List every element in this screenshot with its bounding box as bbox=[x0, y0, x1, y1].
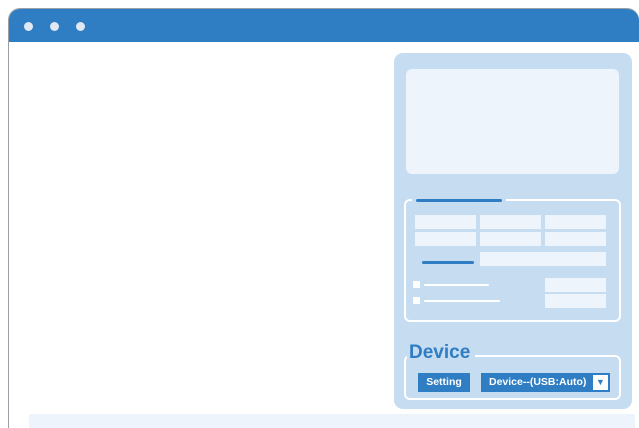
device-select[interactable]: Device--(USB:Auto) ▼ bbox=[481, 373, 610, 392]
side-panel: Device Setting Device--(USB:Auto) ▼ bbox=[394, 53, 632, 409]
chevron-down-icon[interactable]: ▼ bbox=[593, 375, 608, 390]
device-group-title: Device bbox=[407, 343, 476, 363]
settings-group bbox=[404, 198, 621, 322]
window-dot-icon[interactable] bbox=[76, 22, 85, 31]
title-bar bbox=[9, 9, 639, 42]
option-cell[interactable] bbox=[545, 232, 606, 246]
setting-button[interactable]: Setting bbox=[418, 373, 470, 392]
option-cell[interactable] bbox=[480, 215, 541, 229]
checkbox[interactable] bbox=[413, 281, 420, 288]
checkbox[interactable] bbox=[413, 297, 420, 304]
option-cell[interactable] bbox=[480, 232, 541, 246]
value-field[interactable] bbox=[545, 278, 606, 292]
option-cell[interactable] bbox=[415, 232, 476, 246]
window-dot-icon[interactable] bbox=[24, 22, 33, 31]
value-field[interactable] bbox=[480, 252, 606, 266]
option-cell[interactable] bbox=[415, 215, 476, 229]
window-dot-icon[interactable] bbox=[50, 22, 59, 31]
subsection-label-placeholder bbox=[422, 261, 474, 264]
value-field[interactable] bbox=[545, 294, 606, 308]
app-window: Device Setting Device--(USB:Auto) ▼ bbox=[8, 8, 639, 428]
status-bar bbox=[29, 414, 635, 428]
preview-area bbox=[406, 69, 619, 174]
checkbox-label-placeholder bbox=[424, 300, 500, 302]
option-cell[interactable] bbox=[545, 215, 606, 229]
group-title-placeholder bbox=[416, 199, 502, 202]
checkbox-label-placeholder bbox=[424, 284, 489, 286]
device-select-value: Device--(USB:Auto) bbox=[489, 376, 587, 388]
